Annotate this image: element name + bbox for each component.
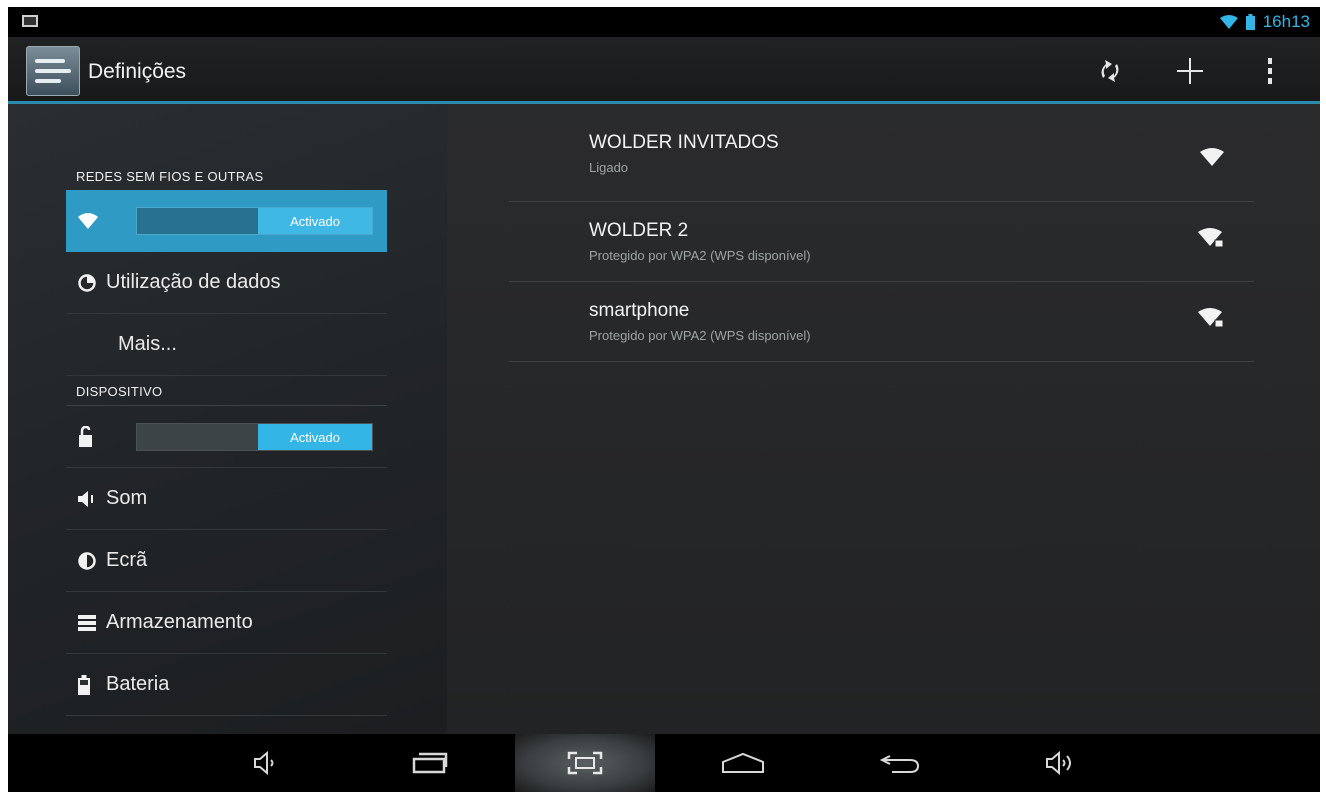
display-icon — [66, 551, 106, 570]
sidebar-item-label: Ecrã — [106, 549, 148, 571]
network-item[interactable]: WOLDER 2 Protegido por WPA2 (WPS disponí… — [509, 202, 1254, 282]
sound-icon — [66, 490, 106, 508]
settings-list: REDES SEM FIOS E OUTRAS Activado Utiliza… — [66, 104, 387, 734]
wifi-toggle[interactable]: Activado — [136, 207, 373, 235]
sidebar-item-sound[interactable]: Som — [66, 468, 387, 530]
sidebar-item-label: Bateria — [106, 673, 170, 695]
recent-apps-icon — [412, 752, 448, 774]
volume-down-button[interactable] — [226, 734, 306, 792]
overflow-menu-button[interactable] — [1230, 47, 1310, 95]
settings-app-icon[interactable] — [26, 46, 80, 96]
bluetooth-toggle[interactable]: Activado — [136, 423, 373, 451]
screenshot-button[interactable] — [515, 734, 655, 792]
page-title: Definições — [88, 60, 187, 83]
network-item[interactable]: smartphone Protegido por WPA2 (WPS dispo… — [509, 282, 1254, 362]
status-area: 16h13 — [1219, 12, 1310, 32]
sidebar-item-data-usage[interactable]: Utilização de dados — [66, 252, 387, 314]
sidebar-item-battery[interactable]: Bateria — [66, 654, 387, 716]
tablet-screen: 16h13 Definições REDES SEM FIOS E OUTRAS… — [8, 7, 1320, 792]
wifi-toggle-thumb: Activado — [258, 208, 372, 234]
sidebar-item-wifi[interactable]: Activado — [66, 190, 387, 252]
status-time: 16h13 — [1262, 12, 1310, 31]
storage-icon — [66, 614, 106, 631]
sidebar-item-bluetooth[interactable]: Activado — [66, 406, 387, 468]
network-name: smartphone — [589, 300, 690, 321]
back-icon — [880, 755, 920, 773]
network-name: WOLDER 2 — [589, 220, 689, 241]
volume-up-icon — [1046, 751, 1071, 775]
wifi-signal-icon — [1200, 148, 1224, 171]
screenshot-icon — [567, 751, 603, 775]
overflow-menu-icon — [1268, 58, 1272, 84]
navigation-bar — [8, 734, 1320, 792]
home-icon — [722, 752, 764, 773]
sync-button[interactable] — [1070, 47, 1150, 95]
network-status: Protegido por WPA2 (WPS disponível) — [589, 328, 811, 343]
network-name: WOLDER INVITADOS — [589, 132, 779, 153]
settings-sidebar: REDES SEM FIOS E OUTRAS Activado Utiliza… — [8, 104, 447, 734]
sidebar-item-label: Mais... — [118, 333, 177, 355]
network-status: Ligado — [589, 160, 629, 175]
action-bar-actions — [1070, 47, 1310, 95]
status-bar: 16h13 — [8, 7, 1320, 37]
section-header-wireless: REDES SEM FIOS E OUTRAS — [76, 169, 264, 184]
volume-up-button[interactable] — [1020, 734, 1100, 792]
sidebar-item-label: Utilização de dados — [106, 271, 281, 293]
wifi-network-list: WOLDER INVITADOS Ligado WOLDER 2 Protegi… — [509, 122, 1254, 362]
section-header-device: DISPOSITIVO — [66, 376, 387, 406]
home-button[interactable] — [703, 734, 783, 792]
network-item[interactable]: WOLDER INVITADOS Ligado — [509, 122, 1254, 202]
recent-apps-button[interactable] — [390, 734, 470, 792]
sidebar-item-apps-partial[interactable] — [66, 716, 387, 734]
sidebar-item-more[interactable]: Mais... — [66, 314, 387, 376]
bluetooth-lock-icon — [66, 425, 106, 448]
sync-icon — [1101, 60, 1119, 82]
sidebar-item-label: Armazenamento — [106, 611, 253, 633]
sidebar-item-label: Som — [106, 487, 148, 509]
sidebar-item-storage[interactable]: Armazenamento — [66, 592, 387, 654]
network-status: Protegido por WPA2 (WPS disponível) — [589, 248, 811, 263]
add-button[interactable] — [1150, 47, 1230, 95]
battery-icon — [1245, 14, 1255, 30]
screenshot-notification-icon — [22, 15, 38, 27]
wifi-secured-icon — [1198, 308, 1224, 333]
sidebar-item-display[interactable]: Ecrã — [66, 530, 387, 592]
wifi-icon — [1219, 15, 1238, 29]
wifi-networks-pane: WOLDER INVITADOS Ligado WOLDER 2 Protegi… — [447, 104, 1320, 734]
action-bar: Definições — [8, 37, 1320, 104]
wifi-secured-icon — [1198, 228, 1224, 253]
bluetooth-toggle-thumb: Activado — [258, 424, 372, 450]
battery-icon — [66, 674, 106, 695]
add-icon — [1177, 58, 1203, 84]
volume-down-icon — [254, 751, 274, 775]
wifi-icon — [66, 213, 106, 229]
back-button[interactable] — [860, 734, 940, 792]
data-usage-icon — [66, 273, 106, 292]
